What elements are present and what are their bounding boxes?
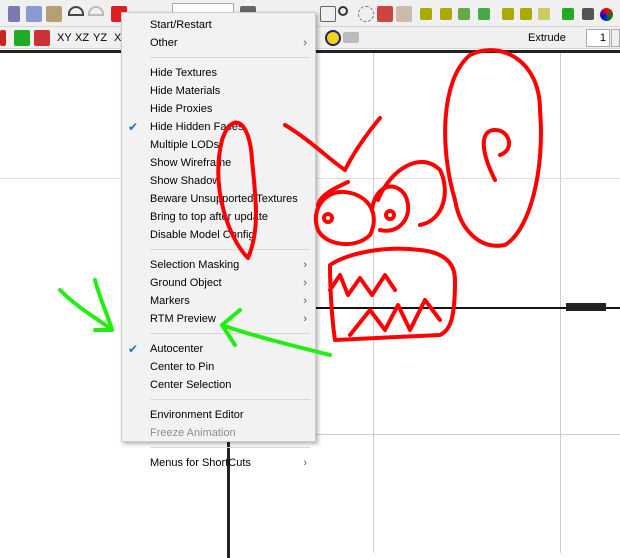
menu-separator <box>150 399 310 400</box>
box-icon[interactable] <box>440 8 452 20</box>
menu-item-show-wireframe[interactable]: Show Wireframe <box>122 154 315 172</box>
menu-separator <box>150 333 310 334</box>
chevron-right-icon: › <box>303 277 307 289</box>
menu-separator <box>150 57 310 58</box>
menu-item-label: Center to Pin <box>150 361 215 373</box>
menu-separator <box>150 447 310 448</box>
menu-item-label: Markers <box>150 295 190 307</box>
scale-box-icon[interactable] <box>538 8 550 20</box>
menu-item-disable-model-config[interactable]: Disable Model Config <box>122 226 315 244</box>
gear-icon[interactable] <box>325 30 341 46</box>
menu-item-label: Selection Masking <box>150 259 240 271</box>
view-xy-button[interactable]: XY <box>57 32 72 44</box>
extrude-spinner[interactable] <box>611 29 620 47</box>
menu-item-bring-to-top-after-update[interactable]: Bring to top after update <box>122 208 315 226</box>
triangle-icon[interactable] <box>562 8 574 20</box>
menu-item-label: Hide Proxies <box>150 103 213 115</box>
menu-item-label: Freeze Animation <box>150 427 236 439</box>
menu-item-label: Show Wireframe <box>150 157 232 169</box>
extrude-label: Extrude <box>528 32 566 44</box>
vertex-icon[interactable] <box>582 8 594 20</box>
menu-item-label: Menus for ShortCuts <box>150 457 251 469</box>
menu-item-label: Environment Editor <box>150 409 244 421</box>
menu-item-markers[interactable]: Markers › <box>122 292 315 310</box>
menu-item-label: Multiple LODs <box>150 139 220 151</box>
menu-item-other[interactable]: Other › <box>122 34 315 52</box>
menu-item-beware-unsupported-textures[interactable]: Beware Unsupported Textures <box>122 190 315 208</box>
menu-item-rtm-preview[interactable]: RTM Preview › <box>122 310 315 328</box>
menu-item-hide-materials[interactable]: Hide Materials <box>122 82 315 100</box>
view-xz-button[interactable]: XZ <box>75 32 89 44</box>
redo-icon[interactable] <box>88 6 104 16</box>
menu-item-label: RTM Preview <box>150 313 216 325</box>
chevron-right-icon: › <box>303 259 307 271</box>
menu-item-label: Other <box>150 37 178 49</box>
menu-item-hide-proxies[interactable]: Hide Proxies <box>122 100 315 118</box>
menu-item-ground-object[interactable]: Ground Object › <box>122 274 315 292</box>
mirror-icon[interactable] <box>458 8 470 20</box>
transform-icon[interactable] <box>34 30 50 46</box>
rotate-box-icon[interactable] <box>520 8 532 20</box>
menu-item-hide-textures[interactable]: Hide Textures <box>122 64 315 82</box>
menu-item-label: Bring to top after update <box>150 211 269 223</box>
paste-icon[interactable] <box>46 6 62 22</box>
menu-item-selection-masking[interactable]: Selection Masking › <box>122 256 315 274</box>
view-context-menu: Start/Restart Other › Hide Textures Hide Mat… <box>121 12 316 469</box>
menu-item-label: Hide Textures <box>150 67 218 79</box>
menu-item-start-restart[interactable]: Start/Restart <box>122 16 315 34</box>
chevron-right-icon: › <box>303 457 307 469</box>
menu-item-multiple-lods[interactable]: Multiple LODs <box>122 136 315 154</box>
chevron-right-icon: › <box>303 313 307 325</box>
menu-item-label: Ground Object <box>150 277 222 289</box>
menu-item-center-selection[interactable]: Center Selection <box>122 376 315 394</box>
model-object[interactable] <box>566 303 606 311</box>
menu-item-label: Center Selection <box>150 379 232 391</box>
checkmark-icon: ✔ <box>128 342 139 356</box>
checkmark-icon: ✔ <box>128 120 139 134</box>
menu-item-hide-hidden-faces[interactable]: ✔ Hide Hidden Faces <box>122 118 315 136</box>
menu-item-label: Autocenter <box>150 343 204 355</box>
select-edges-icon[interactable] <box>396 6 412 22</box>
menu-item-label: Disable Model Config <box>150 229 255 241</box>
view-yz-button[interactable]: YZ <box>93 32 107 44</box>
menu-item-menus-for-shortcuts[interactable]: Menus for ShortCuts › <box>122 454 315 472</box>
cut-icon[interactable] <box>8 6 20 22</box>
flip-icon[interactable] <box>478 8 490 20</box>
menu-item-label: Show Shadow <box>150 175 221 187</box>
chevron-right-icon: › <box>303 37 307 49</box>
menu-item-autocenter[interactable]: ✔ Autocenter <box>122 340 315 358</box>
menu-item-show-shadow[interactable]: Show Shadow <box>122 172 315 190</box>
extrude-input[interactable]: 1 <box>586 29 610 47</box>
lasso-select-icon[interactable] <box>358 6 374 22</box>
move-icon[interactable] <box>420 8 432 20</box>
plane-icon[interactable] <box>343 32 359 43</box>
menu-item-label: Start/Restart <box>150 19 212 31</box>
tool-icon[interactable] <box>0 30 6 46</box>
select-points-icon[interactable] <box>377 6 393 22</box>
zoom-icon[interactable] <box>338 6 348 16</box>
menu-item-label: Hide Materials <box>150 85 221 97</box>
add-box-icon[interactable] <box>502 8 514 20</box>
menu-item-label: Hide Hidden Faces <box>150 121 244 133</box>
undo-icon[interactable] <box>68 6 84 16</box>
menu-separator <box>150 249 310 250</box>
copy-icon[interactable] <box>26 6 42 22</box>
menu-item-freeze-animation: Freeze Animation <box>122 424 315 442</box>
menu-item-center-to-pin[interactable]: Center to Pin <box>122 358 315 376</box>
pointer-icon[interactable] <box>320 6 336 22</box>
menu-item-environment-editor[interactable]: Environment Editor <box>122 406 315 424</box>
menu-item-label: Beware Unsupported Textures <box>150 193 298 205</box>
group-icon[interactable] <box>14 30 30 46</box>
color-icon[interactable] <box>600 8 613 21</box>
chevron-right-icon: › <box>303 295 307 307</box>
